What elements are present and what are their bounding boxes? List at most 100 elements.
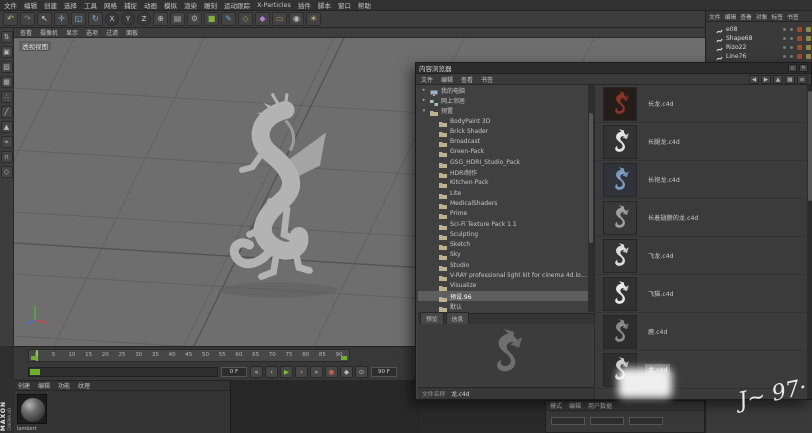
menubar-item[interactable]: 模拟 [164,0,177,10]
tool-add-spline[interactable]: ✎ [221,12,236,26]
material-name[interactable]: lambert [17,426,37,432]
previous-frame-button[interactable]: ‹ [265,366,278,378]
tool-undo[interactable]: ↶ [3,12,18,26]
file-item[interactable]: 飞猫.c4d [595,275,807,313]
viewport-menu-item[interactable]: 过滤 [106,28,118,37]
play-button[interactable]: ▶ [280,366,293,378]
object-tag-icon[interactable] [806,36,811,41]
object-tag-icon[interactable] [806,27,811,32]
tool-move[interactable]: ✛ [54,12,69,26]
tool-edges-mode[interactable]: ╱ [0,106,13,118]
tree-item[interactable]: ▸ 我的电脑 [418,85,588,96]
object-tag-icon[interactable] [797,36,802,41]
file-list-scrollbar-thumb[interactable] [808,91,812,201]
object-manager-menu-item[interactable]: 标签 [771,12,783,21]
tool-add-cube[interactable]: ■ [204,12,219,26]
menubar-item[interactable]: 窗口 [338,0,351,10]
material-menu-item[interactable]: 功能 [58,381,70,390]
menubar-item[interactable]: 文件 [4,0,17,10]
tool-make-editable[interactable]: ⇅ [0,31,13,43]
tool-add-generator[interactable]: ◇ [238,12,253,26]
tool-texture-mode[interactable]: ▨ [0,61,13,73]
tool-axis-x[interactable]: X [105,12,119,26]
timeline-slider-handle[interactable] [30,369,40,375]
maximize-icon[interactable]: ▫ [788,64,797,72]
timeline-ruler[interactable]: 0 5 10 15 20 25 30 35 40 45 50 55 60 65 70 75 80 85 90 [28,349,350,362]
attribute-tab[interactable]: 模式 [550,401,562,410]
dragon-model[interactable] [200,88,350,303]
tree-scrollbar-thumb[interactable] [589,113,593,243]
object-manager-menu-item[interactable]: 查看 [740,12,752,21]
back-icon[interactable]: ◀ [749,75,759,84]
material-thumbnail[interactable] [17,394,47,424]
menubar-item[interactable]: X-Particles [257,1,291,9]
object-manager-menu-item[interactable]: 编辑 [725,12,737,21]
menubar-item[interactable]: 捕捉 [124,0,137,10]
object-row[interactable]: Line76 [706,52,812,61]
keyframe-button[interactable]: ◆ [340,366,353,378]
tool-enable-axis[interactable]: ⌖ [0,136,13,148]
visibility-dot[interactable] [790,37,793,40]
tool-workplane-mode[interactable]: ▦ [0,76,13,88]
content-browser-titlebar[interactable]: 内容浏览器 ▫ ✕ [416,63,811,74]
material-menu-item[interactable]: 纹理 [78,381,90,390]
tool-model-mode[interactable]: ▣ [0,46,13,58]
list-view-icon[interactable]: ▦ [785,75,795,84]
object-tag-icon[interactable] [797,27,802,32]
object-tag-icon[interactable] [797,54,802,59]
tree-item[interactable]: 默认 [418,301,588,312]
file-item[interactable]: 鹿.c4d [595,313,807,351]
tool-axis-y[interactable]: Y [121,12,135,26]
menubar-item[interactable]: 网格 [104,0,117,10]
current-frame-field[interactable]: 0 F [221,367,247,377]
object-manager-menu-item[interactable]: 书签 [787,12,799,21]
panel-tab[interactable]: 预览 [420,312,444,324]
content-browser-menu-item[interactable]: 编辑 [441,75,453,84]
panel-tab[interactable]: 信息 [445,312,470,324]
tool-redo[interactable]: ↷ [20,12,35,26]
tree-item[interactable]: ▸ 网上邻居 [418,95,588,106]
end-frame-field[interactable]: 90 F [371,367,397,377]
viewport-menu-item[interactable]: 查看 [20,28,32,37]
forward-icon[interactable]: ▶ [761,75,771,84]
content-browser-menu-item[interactable]: 文件 [421,75,433,84]
expand-arrow-icon[interactable]: ▸ [421,87,427,93]
menu-icon[interactable]: ≡ [797,75,807,84]
file-item[interactable]: 长着翅膀的龙.c4d [595,199,807,237]
tool-add-floor[interactable]: ▭ [272,12,287,26]
tool-render-settings[interactable]: ⚙ [187,12,202,26]
file-item[interactable]: 长龙.c4d [595,85,807,123]
file-item[interactable]: 飞龙.c4d [595,237,807,275]
tool-rotate[interactable]: ↻ [88,12,103,26]
visibility-dot[interactable] [790,55,793,58]
object-tag-icon[interactable] [797,45,802,50]
tool-render-view[interactable]: ▤ [170,12,185,26]
menubar-item[interactable]: 雕刻 [204,0,217,10]
viewport-menu-item[interactable]: 摄像机 [40,28,58,37]
visibility-dot[interactable] [790,28,793,31]
material-menu-item[interactable]: 创建 [18,381,30,390]
tool-coordinate-system[interactable]: ⊕ [153,12,168,26]
viewport-menu-item[interactable]: 面板 [126,28,138,37]
timeline-slider[interactable] [28,367,218,377]
file-item[interactable]: 长腿龙.c4d [595,123,807,161]
record-button[interactable]: ● [325,366,338,378]
menubar-item[interactable]: 帮助 [358,0,371,10]
material-menu-item[interactable]: 编辑 [38,381,50,390]
attribute-tab[interactable]: 编辑 [569,401,581,410]
menubar-item[interactable]: 插件 [298,0,311,10]
content-browser-menu-item[interactable]: 查看 [461,75,473,84]
tool-viewport-filter[interactable]: ◇ [0,166,13,178]
visibility-dot[interactable] [783,46,786,49]
visibility-dot[interactable] [783,55,786,58]
go-to-start-button[interactable]: « [250,366,263,378]
tool-add-deformer[interactable]: ◆ [255,12,270,26]
object-tag-icon[interactable] [806,54,811,59]
next-frame-button[interactable]: › [295,366,308,378]
tool-add-camera[interactable]: ◉ [289,12,304,26]
attribute-field[interactable] [629,417,663,425]
visibility-dot[interactable] [790,46,793,49]
visibility-dot[interactable] [783,37,786,40]
menubar-item[interactable]: 渲染 [184,0,197,10]
visibility-dot[interactable] [783,28,786,31]
